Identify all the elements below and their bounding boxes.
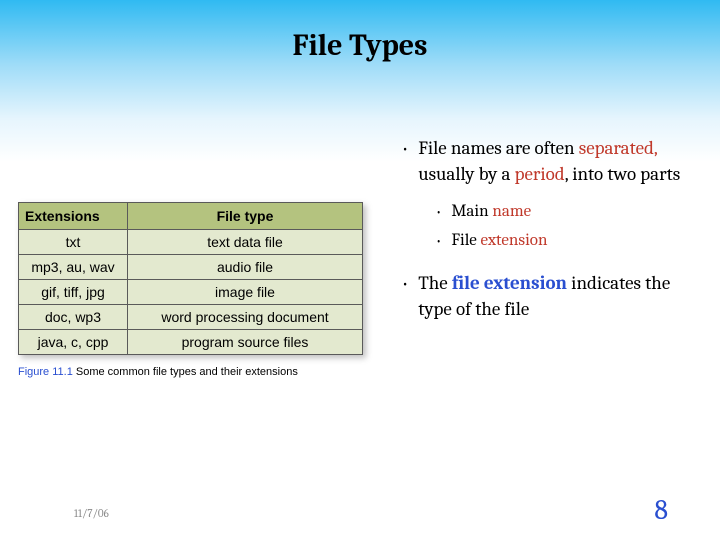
th-extensions: Extensions	[19, 203, 128, 230]
cell-type: text data file	[128, 230, 363, 255]
th-file-type: File type	[128, 203, 363, 230]
sub-bullet-2: • File extension	[434, 230, 700, 253]
file-types-table: Extensions File type txt text data file …	[18, 202, 363, 355]
highlight-extension: extension	[481, 231, 548, 250]
table-row: mp3, au, wav audio file	[19, 255, 363, 280]
text-frag: Main	[451, 202, 492, 221]
figure-caption-text: Some common file types and their extensi…	[76, 366, 298, 378]
slide: File Types Extensions File type txt text…	[0, 0, 720, 540]
cell-ext: java, c, cpp	[19, 330, 128, 355]
text-frag: The	[418, 272, 452, 294]
table-row: java, c, cpp program source files	[19, 330, 363, 355]
bullet-icon: •	[402, 271, 408, 322]
text-frag: File	[451, 231, 480, 250]
sub-bullet-1: • Main name	[434, 201, 700, 224]
cell-type: image file	[128, 280, 363, 305]
sub-bullets: • Main name • File extension	[434, 201, 700, 253]
table-row: gif, tiff, jpg image file	[19, 280, 363, 305]
text-frag: File names are often	[418, 137, 579, 159]
footer-date: 11/7/06	[74, 507, 109, 520]
cell-type: word processing document	[128, 305, 363, 330]
bullet-2: • The file extension indicates the type …	[400, 271, 700, 322]
highlight-separated: separated,	[579, 137, 657, 159]
figure-caption: Figure 11.1 Some common file types and t…	[18, 365, 363, 379]
slide-title: File Types	[0, 28, 720, 63]
bullet-icon: •	[436, 201, 441, 224]
highlight-file-extension: file extension	[452, 272, 567, 294]
text-frag: usually by a	[418, 163, 514, 185]
table-row: doc, wp3 word processing document	[19, 305, 363, 330]
bullet-text: File extension	[451, 230, 700, 253]
right-column: • File names are often separated, usuall…	[400, 136, 700, 336]
cell-ext: mp3, au, wav	[19, 255, 128, 280]
page-number: 8	[654, 494, 668, 526]
bullet-icon: •	[402, 136, 408, 187]
cell-ext: doc, wp3	[19, 305, 128, 330]
bullet-text: File names are often separated, usually …	[418, 136, 700, 187]
highlight-period: period	[515, 163, 565, 185]
text-frag: , into two parts	[565, 163, 681, 185]
table-row: txt text data file	[19, 230, 363, 255]
cell-type: audio file	[128, 255, 363, 280]
highlight-name: name	[492, 202, 531, 221]
table-header-row: Extensions File type	[19, 203, 363, 230]
cell-ext: txt	[19, 230, 128, 255]
left-column: Extensions File type txt text data file …	[18, 202, 363, 379]
figure-label: Figure 11.1	[18, 366, 73, 378]
bullet-text: Main name	[451, 201, 700, 224]
cell-ext: gif, tiff, jpg	[19, 280, 128, 305]
bullet-text: The file extension indicates the type of…	[418, 271, 700, 322]
cell-type: program source files	[128, 330, 363, 355]
bullet-icon: •	[436, 230, 441, 253]
bullet-1: • File names are often separated, usuall…	[400, 136, 700, 187]
